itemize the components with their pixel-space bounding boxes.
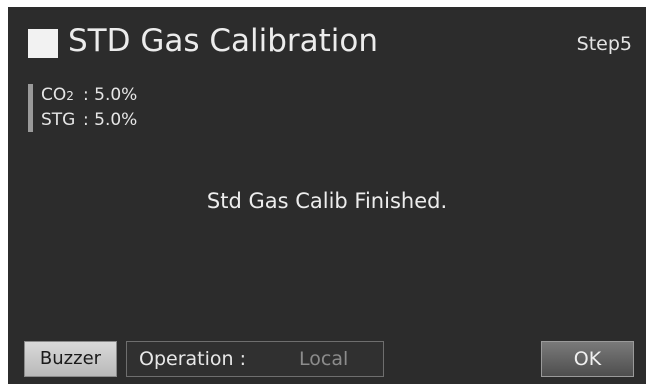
gas-row-stg: STG: 5.0% bbox=[41, 109, 137, 131]
gas-separator: : bbox=[83, 110, 89, 130]
gas-values-bar bbox=[28, 84, 33, 132]
gas-name: STG bbox=[41, 110, 76, 130]
operation-label: Operation : bbox=[139, 348, 246, 370]
gas-name: CO2 bbox=[41, 85, 74, 105]
operation-value: Local bbox=[299, 348, 349, 370]
status-message: Std Gas Calib Finished. bbox=[206, 189, 448, 213]
calibration-screen: STD Gas Calibration Step5 CO2: 5.0% STG:… bbox=[8, 7, 646, 384]
gas-value: 5.0% bbox=[94, 85, 138, 105]
gas-row-co2: CO2: 5.0% bbox=[41, 84, 137, 107]
gas-value: 5.0% bbox=[94, 110, 138, 130]
gas-separator: : bbox=[83, 85, 89, 105]
operation-mode-field[interactable]: Operation : Local bbox=[126, 341, 384, 377]
step-indicator: Step5 bbox=[576, 33, 632, 55]
ok-button[interactable]: OK bbox=[541, 341, 634, 377]
title-square-icon bbox=[28, 29, 58, 58]
page-title: STD Gas Calibration bbox=[68, 23, 379, 59]
buzzer-button[interactable]: Buzzer bbox=[24, 341, 117, 377]
